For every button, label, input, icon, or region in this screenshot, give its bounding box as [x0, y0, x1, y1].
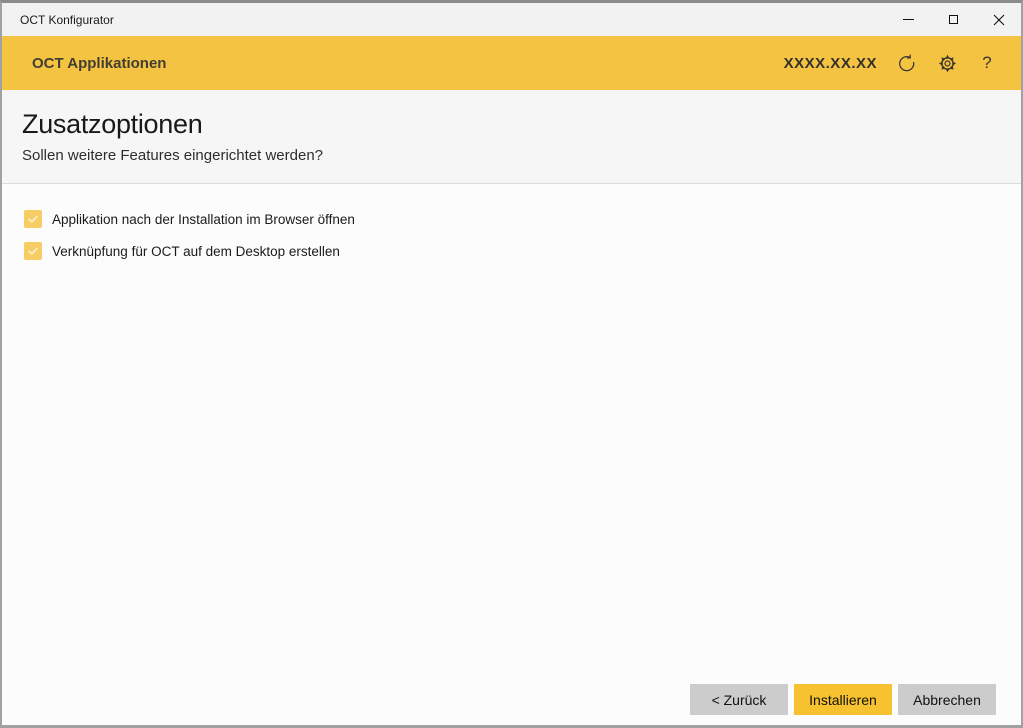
gear-icon[interactable]: [937, 53, 957, 73]
maximize-icon: [949, 15, 958, 24]
app-title: OCT Applikationen: [32, 55, 166, 72]
maximize-button[interactable]: [931, 3, 976, 36]
help-glyph: ?: [982, 53, 991, 73]
installer-window: OCT Konfigurator OCT Applikationen XXXX.…: [0, 0, 1023, 728]
page-subtitle: Sollen weitere Features eingerichtet wer…: [22, 147, 1001, 164]
window-controls: [886, 3, 1021, 36]
page-header: Zusatzoptionen Sollen weitere Features e…: [2, 90, 1021, 184]
cancel-button[interactable]: Abbrechen: [898, 684, 996, 715]
options-panel: Applikation nach der Installation im Bro…: [2, 184, 1021, 684]
close-icon: [993, 14, 1005, 26]
option-label: Applikation nach der Installation im Bro…: [52, 212, 355, 227]
minimize-icon: [903, 19, 914, 20]
app-header: OCT Applikationen XXXX.XX.XX: [2, 36, 1021, 90]
page-title: Zusatzoptionen: [22, 109, 1001, 140]
option-desktop-shortcut[interactable]: Verknüpfung für OCT auf dem Desktop erst…: [24, 242, 1021, 260]
install-button[interactable]: Installieren: [794, 684, 892, 715]
option-open-browser[interactable]: Applikation nach der Installation im Bro…: [24, 210, 1021, 228]
minimize-button[interactable]: [886, 3, 931, 36]
close-button[interactable]: [976, 3, 1021, 36]
window-title: OCT Konfigurator: [2, 13, 114, 27]
back-button[interactable]: < Zurück: [690, 684, 788, 715]
refresh-icon[interactable]: [897, 53, 917, 73]
checkbox-checked-icon[interactable]: [24, 210, 42, 228]
help-icon[interactable]: ?: [977, 53, 997, 73]
footer-buttons: < Zurück Installieren Abbrechen: [2, 684, 1021, 725]
version-label: XXXX.XX.XX: [784, 55, 877, 72]
titlebar: OCT Konfigurator: [2, 3, 1021, 36]
option-label: Verknüpfung für OCT auf dem Desktop erst…: [52, 244, 340, 259]
app-header-actions: XXXX.XX.XX ?: [784, 53, 997, 73]
checkbox-checked-icon[interactable]: [24, 242, 42, 260]
